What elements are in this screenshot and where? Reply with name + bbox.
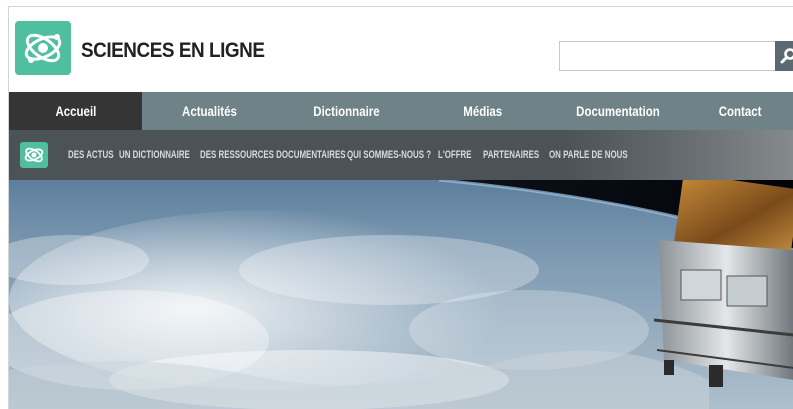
nav-item-dictionnaire[interactable]: Dictionnaire (277, 92, 415, 130)
sub-link-des-actus[interactable]: DES ACTUS (68, 149, 116, 161)
sub-link-on-parle-de-nous[interactable]: ON PARLE DE NOUS (549, 149, 639, 161)
site-header: SCIENCES EN LIGNE (9, 7, 793, 92)
atom-logo-icon[interactable] (15, 21, 71, 75)
search-input[interactable] (559, 41, 775, 71)
search-button[interactable] (775, 41, 793, 71)
page-frame: SCIENCES EN LIGNE Accueil Actualités Dic… (8, 6, 793, 409)
earth-from-space-image (9, 180, 793, 409)
nav-item-accueil[interactable]: Accueil (9, 92, 142, 130)
sub-link-qui-sommes-nous[interactable]: QUI SOMMES-NOUS ? (347, 149, 435, 161)
sub-link-un-dictionnaire[interactable]: UN DICTIONNAIRE (119, 149, 197, 161)
site-title[interactable]: SCIENCES EN LIGNE (81, 39, 264, 63)
nav-item-documentation[interactable]: Documentation (550, 92, 686, 130)
sub-nav-links: DES ACTUS UN DICTIONNAIRE DES RESSOURCES… (68, 130, 642, 180)
nav-item-contact[interactable]: Contact (686, 92, 793, 130)
sub-link-partenaires[interactable]: PARTENAIRES (483, 149, 546, 161)
main-navigation: Accueil Actualités Dictionnaire Médias D… (9, 92, 793, 130)
sub-link-offre[interactable]: L'OFFRE (438, 149, 480, 161)
sub-link-ressources-documentaires[interactable]: DES RESSOURCES DOCUMENTAIRES (200, 149, 344, 161)
atom-small-icon[interactable] (20, 142, 48, 168)
hero-image (9, 180, 793, 409)
search-icon (779, 47, 793, 65)
sub-navigation: DES ACTUS UN DICTIONNAIRE DES RESSOURCES… (9, 130, 793, 180)
nav-item-actualites[interactable]: Actualités (142, 92, 277, 130)
nav-item-medias[interactable]: Médias (415, 92, 550, 130)
